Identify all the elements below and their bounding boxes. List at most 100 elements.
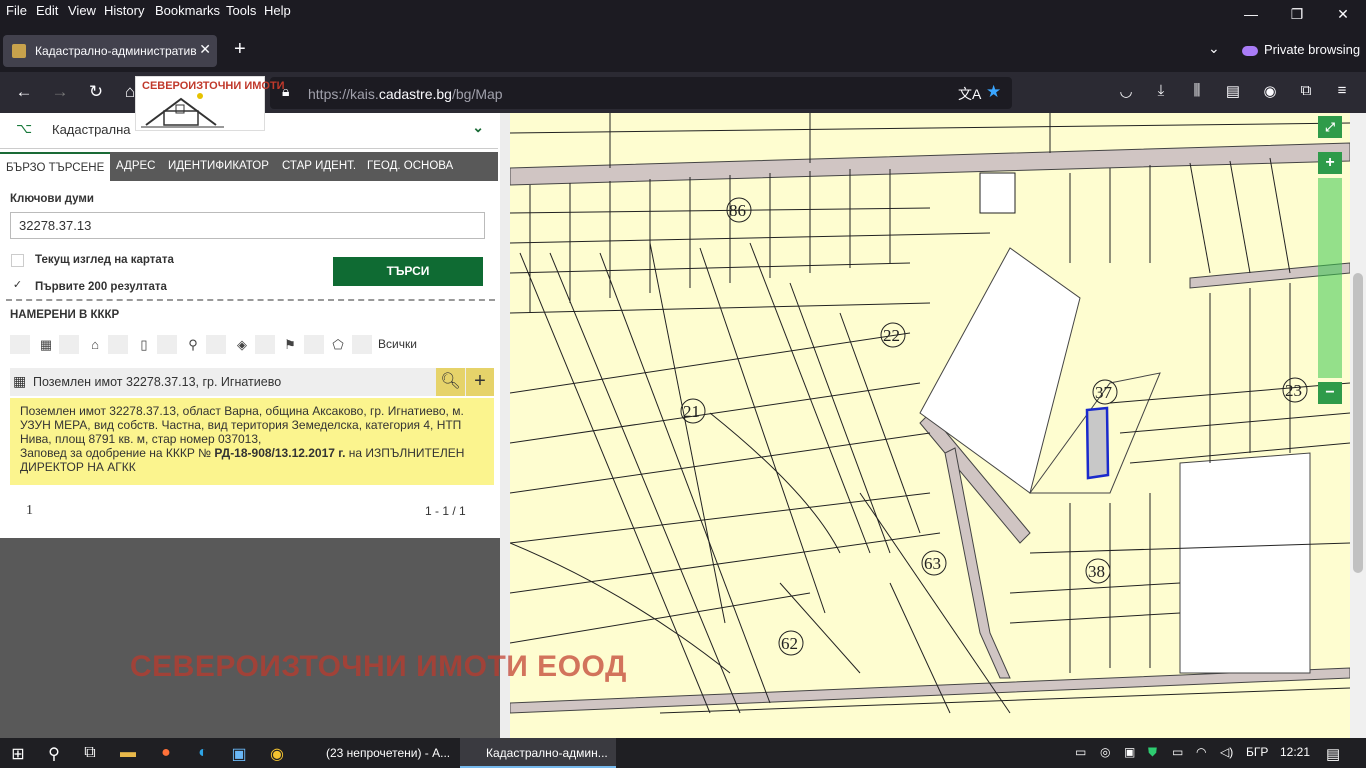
cadastral-map[interactable]: 86 22 21 37 23 63 38 62 (510, 113, 1350, 738)
tab-address[interactable]: АДРЕС (110, 152, 162, 181)
restore-button[interactable]: ❐ (1274, 0, 1320, 30)
zoom-slider[interactable] (1318, 178, 1342, 378)
battery-icon[interactable]: ▭ (1172, 745, 1183, 759)
language-indicator[interactable]: БГР (1246, 745, 1268, 759)
bookmark-star-icon[interactable]: ★ (986, 82, 1001, 102)
building-icon[interactable]: ▯ (134, 335, 154, 354)
back-button[interactable]: ← (12, 82, 36, 102)
close-window-button[interactable]: ✕ (1320, 0, 1366, 30)
house-logo-icon (141, 93, 224, 128)
private-mask-icon (1242, 45, 1258, 56)
fullscreen-icon[interactable]: ⤢ (1318, 116, 1342, 138)
home-filter-icon[interactable]: ⌂ (85, 335, 105, 354)
file-explorer-icon[interactable]: ▬ (115, 744, 141, 762)
chrome-icon[interactable]: ◉ (264, 744, 290, 764)
all-label: Всички (378, 337, 417, 351)
app-menu-icon[interactable]: ≡ (1330, 82, 1354, 99)
volume-icon[interactable]: ◁) (1220, 745, 1233, 759)
panel-background (0, 538, 500, 738)
filter-box[interactable] (352, 335, 372, 354)
parcel-grid-icon[interactable]: ▦ (36, 335, 56, 354)
chevron-down-icon[interactable]: ⌄ (472, 119, 484, 136)
browser-tab[interactable]: Кадастрално-административн ✕ (3, 35, 217, 67)
filter-box[interactable] (255, 335, 275, 354)
filter-box[interactable] (59, 335, 79, 354)
filter-box[interactable] (157, 335, 177, 354)
result-row[interactable]: ▦ Поземлен имот 32278.37.13, гр. Игнатие… (10, 368, 494, 396)
shield-icon[interactable]: ⛊ (1148, 745, 1157, 760)
close-tab-icon[interactable]: ✕ (199, 41, 211, 58)
tab-old-identifier[interactable]: СТАР ИДЕНТ. (276, 152, 362, 181)
page-number[interactable]: 1 (26, 503, 33, 519)
notifications-icon[interactable]: ▤ (1326, 745, 1340, 763)
menu-help[interactable]: Help (264, 3, 291, 18)
tab-identifier[interactable]: ИДЕНТИФИКАТОР (162, 152, 275, 181)
first-200-label: Първите 200 резултата (35, 281, 167, 293)
wifi-icon[interactable]: ◠ (1196, 745, 1206, 759)
zoom-to-result-icon[interactable]: 🔍︎ (436, 368, 465, 396)
sidebar-icon[interactable]: ▤ (1221, 82, 1245, 100)
taskbar-app-mail[interactable]: (23 непрочетени) - А... (300, 738, 456, 768)
polygon-icon[interactable]: ⬠ (328, 335, 348, 354)
translate-icon[interactable]: 文A (958, 84, 981, 104)
control-panel-icon[interactable]: ▣ (226, 744, 252, 764)
list-tabs-chevron-icon[interactable]: ⌄ (1208, 40, 1220, 57)
tab-quick-search[interactable]: БЪРЗО ТЪРСЕНЕ (0, 152, 111, 181)
webcam-icon[interactable]: ◎ (1100, 745, 1110, 759)
page-scrollbar[interactable] (1350, 113, 1366, 738)
search-panel: ⌥ Кадастрална ⌄ БЪРЗО ТЪРСЕНЕ АДРЕС ИДЕН… (0, 113, 500, 538)
watermark-text: СЕВЕРОИЗТОЧНИ ИМОТИ ЕООД (130, 650, 627, 683)
account-icon[interactable]: ◉ (1258, 82, 1282, 100)
menu-bar: File Edit View History Bookmarks Tools H… (0, 0, 1366, 22)
zoom-in-button[interactable]: + (1318, 152, 1342, 174)
search-tabs: БЪРЗО ТЪРСЕНЕ АДРЕС ИДЕНТИФИКАТОР СТАР И… (0, 152, 498, 181)
location-pin-icon[interactable]: ⚲ (183, 335, 203, 354)
filter-box[interactable] (206, 335, 226, 354)
taskbar-app-cadastre[interactable]: Кадастрално-админ... (460, 738, 616, 768)
windows-start-icon[interactable]: ⊞ (5, 744, 31, 764)
network-tray-icon[interactable]: ▭ (1075, 745, 1086, 759)
map-label: 21 (683, 402, 700, 421)
menu-view[interactable]: View (68, 3, 96, 18)
zoom-out-button[interactable]: − (1318, 382, 1342, 404)
menu-tools[interactable]: Tools (226, 3, 256, 18)
library-icon[interactable]: ⫼ (1185, 82, 1209, 99)
clock[interactable]: 12:21 (1280, 745, 1310, 759)
tab-geodetic-base[interactable]: ГЕОД. ОСНОВА (361, 152, 459, 181)
scrollbar-thumb[interactable] (1353, 273, 1363, 573)
keywords-label: Ключови думи (10, 193, 95, 205)
extensions-icon[interactable]: ⧉ (1294, 82, 1318, 99)
survey-marker-icon[interactable]: ⚑ (280, 335, 300, 354)
menu-edit[interactable]: Edit (36, 3, 58, 18)
filter-box[interactable] (10, 335, 30, 354)
keywords-input[interactable]: 32278.37.13 (10, 212, 485, 239)
taskbar: ⊞ ⚲ ⧉ ▬ ● ◐ ▣ ◉ (23 непрочетени) - А... … (0, 738, 1366, 768)
reload-button[interactable]: ↻ (84, 82, 108, 102)
search-icon[interactable]: ⚲ (41, 744, 67, 764)
current-view-checkbox[interactable] (11, 254, 24, 267)
search-button[interactable]: ТЪРСИ (333, 257, 483, 286)
menu-history[interactable]: History (104, 3, 144, 18)
downloads-icon[interactable]: ⤓ (1149, 82, 1173, 99)
layers-icon[interactable]: ◈ (232, 335, 252, 354)
first-200-checkbox[interactable]: ✓ (11, 280, 24, 293)
display-icon[interactable]: ▣ (1124, 745, 1135, 759)
menu-file[interactable]: File (6, 3, 27, 18)
minimize-button[interactable]: — (1228, 0, 1274, 30)
firefox-icon[interactable]: ● (153, 744, 179, 762)
map-label: 86 (729, 201, 746, 220)
menu-bookmarks[interactable]: Bookmarks (155, 3, 220, 18)
filter-box[interactable] (108, 335, 128, 354)
forward-button[interactable]: → (48, 82, 72, 102)
add-result-icon[interactable]: + (466, 368, 494, 396)
panel-splitter[interactable] (500, 113, 510, 738)
pocket-icon[interactable]: ◡ (1114, 82, 1138, 100)
url-text[interactable]: https://kais.cadastre.bg/bg/Map (308, 86, 503, 102)
found-label: НАМЕРЕНИ В КККР (10, 309, 120, 321)
map-label: 38 (1088, 562, 1105, 581)
filter-box[interactable] (304, 335, 324, 354)
edge-icon[interactable]: ◐ (190, 744, 216, 762)
map-parcels[interactable]: 86 22 21 37 23 63 38 62 (510, 113, 1350, 738)
task-view-icon[interactable]: ⧉ (77, 744, 103, 762)
new-tab-button[interactable]: + (234, 38, 246, 61)
